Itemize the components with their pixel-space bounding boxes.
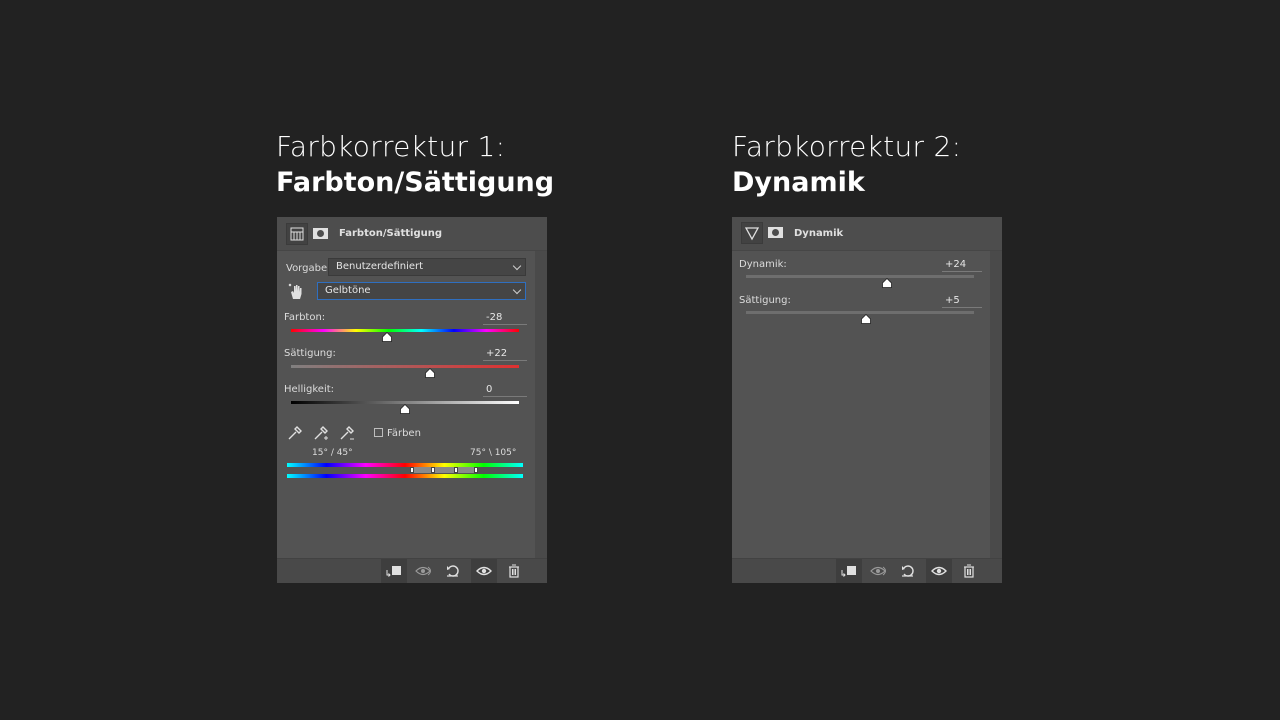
view-previous-icon[interactable] [866,559,892,583]
saturation-slider-track[interactable] [291,365,519,368]
panel-footer [277,558,547,583]
range-handle-outer-right[interactable] [474,467,478,473]
range-right-degrees: 75° \ 105° [470,448,517,458]
hue-slider-thumb[interactable] [382,332,393,342]
panel2-heading-line2: Dynamik [732,167,865,198]
vibrance-label: Dynamik: [739,259,787,270]
panel-header: Farbton/Sättigung [277,217,547,251]
vibrance-triangle-icon[interactable] [741,222,763,244]
range-handle-inner-left[interactable] [431,467,435,473]
colorize-label: Färben [387,428,421,439]
vibrance-slider-track[interactable] [746,275,974,278]
hue-saturation-panel: Farbton/Sättigung Vorgabe: Benutzerdefin… [277,217,547,583]
lightness-slider-thumb[interactable] [400,404,410,414]
chevron-down-icon [512,285,522,295]
color-range-value: Gelbtöne [325,285,371,296]
scrollbar[interactable] [990,251,1002,559]
color-range-dropdown[interactable]: Gelbtöne [317,282,526,300]
panel-title: Dynamik [794,228,844,239]
saturation-label: Sättigung: [284,348,336,359]
eyedropper-subtract-icon[interactable] [338,424,356,442]
color-range-selector[interactable] [412,467,477,473]
hue-value-field[interactable]: -28 [483,312,527,325]
vibrance-slider-thumb[interactable] [882,278,893,288]
saturation-value-field[interactable]: +22 [483,348,527,361]
panel1-heading-line2: Farbton/Sättigung [276,167,555,198]
hue-label: Farbton: [284,312,326,323]
target-adjustment-hand-icon[interactable] [286,281,306,301]
layer-mask-icon[interactable] [310,223,332,245]
saturation-value-field[interactable]: +5 [942,295,982,308]
hue-slider-track[interactable] [291,329,519,332]
reset-icon[interactable] [440,559,466,583]
clip-to-layer-icon[interactable] [381,559,407,583]
adjustment-grid-icon[interactable] [286,223,308,245]
reset-icon[interactable] [895,559,921,583]
saturation-slider-thumb[interactable] [425,368,435,378]
trash-icon[interactable] [501,559,527,583]
eyedropper-add-icon[interactable] [312,424,330,442]
lightness-label: Helligkeit: [284,384,335,395]
preset-label: Vorgabe: [286,263,331,274]
preset-value: Benutzerdefiniert [336,261,424,272]
visibility-icon[interactable] [926,559,952,583]
clip-to-layer-icon[interactable] [836,559,862,583]
panel-header: Dynamik [732,217,1002,251]
colorize-checkbox[interactable] [374,428,383,437]
layer-mask-icon[interactable] [765,222,787,244]
saturation-slider-thumb[interactable] [860,314,871,324]
chevron-down-icon [512,261,522,271]
panel2-heading-line1: Farbkorrektur 2: [732,130,962,163]
lightness-value-field[interactable]: 0 [483,384,527,397]
color-range-bar-bottom [287,474,523,478]
panel-footer [732,558,1002,583]
panel-title: Farbton/Sättigung [339,228,442,239]
panel1-heading: Farbkorrektur 1: Farbton/Sättigung [276,129,554,201]
trash-icon[interactable] [956,559,982,583]
range-handle-inner-right[interactable] [454,467,458,473]
panel2-heading: Farbkorrektur 2: Dynamik [732,129,961,201]
color-range-bar-top [287,463,523,467]
preset-dropdown[interactable]: Benutzerdefiniert [328,258,526,276]
eyedropper-icon[interactable] [286,424,304,442]
range-left-degrees: 15° / 45° [312,448,353,458]
panel1-heading-line1: Farbkorrektur 1: [276,130,506,163]
vibrance-panel: Dynamik Dynamik: +24 Sättigung: +5 [732,217,1002,583]
vibrance-value-field[interactable]: +24 [942,259,982,272]
range-handle-outer-left[interactable] [410,467,414,473]
scrollbar[interactable] [535,251,547,559]
saturation-label: Sättigung: [739,295,791,306]
visibility-icon[interactable] [471,559,497,583]
view-previous-icon[interactable] [411,559,437,583]
